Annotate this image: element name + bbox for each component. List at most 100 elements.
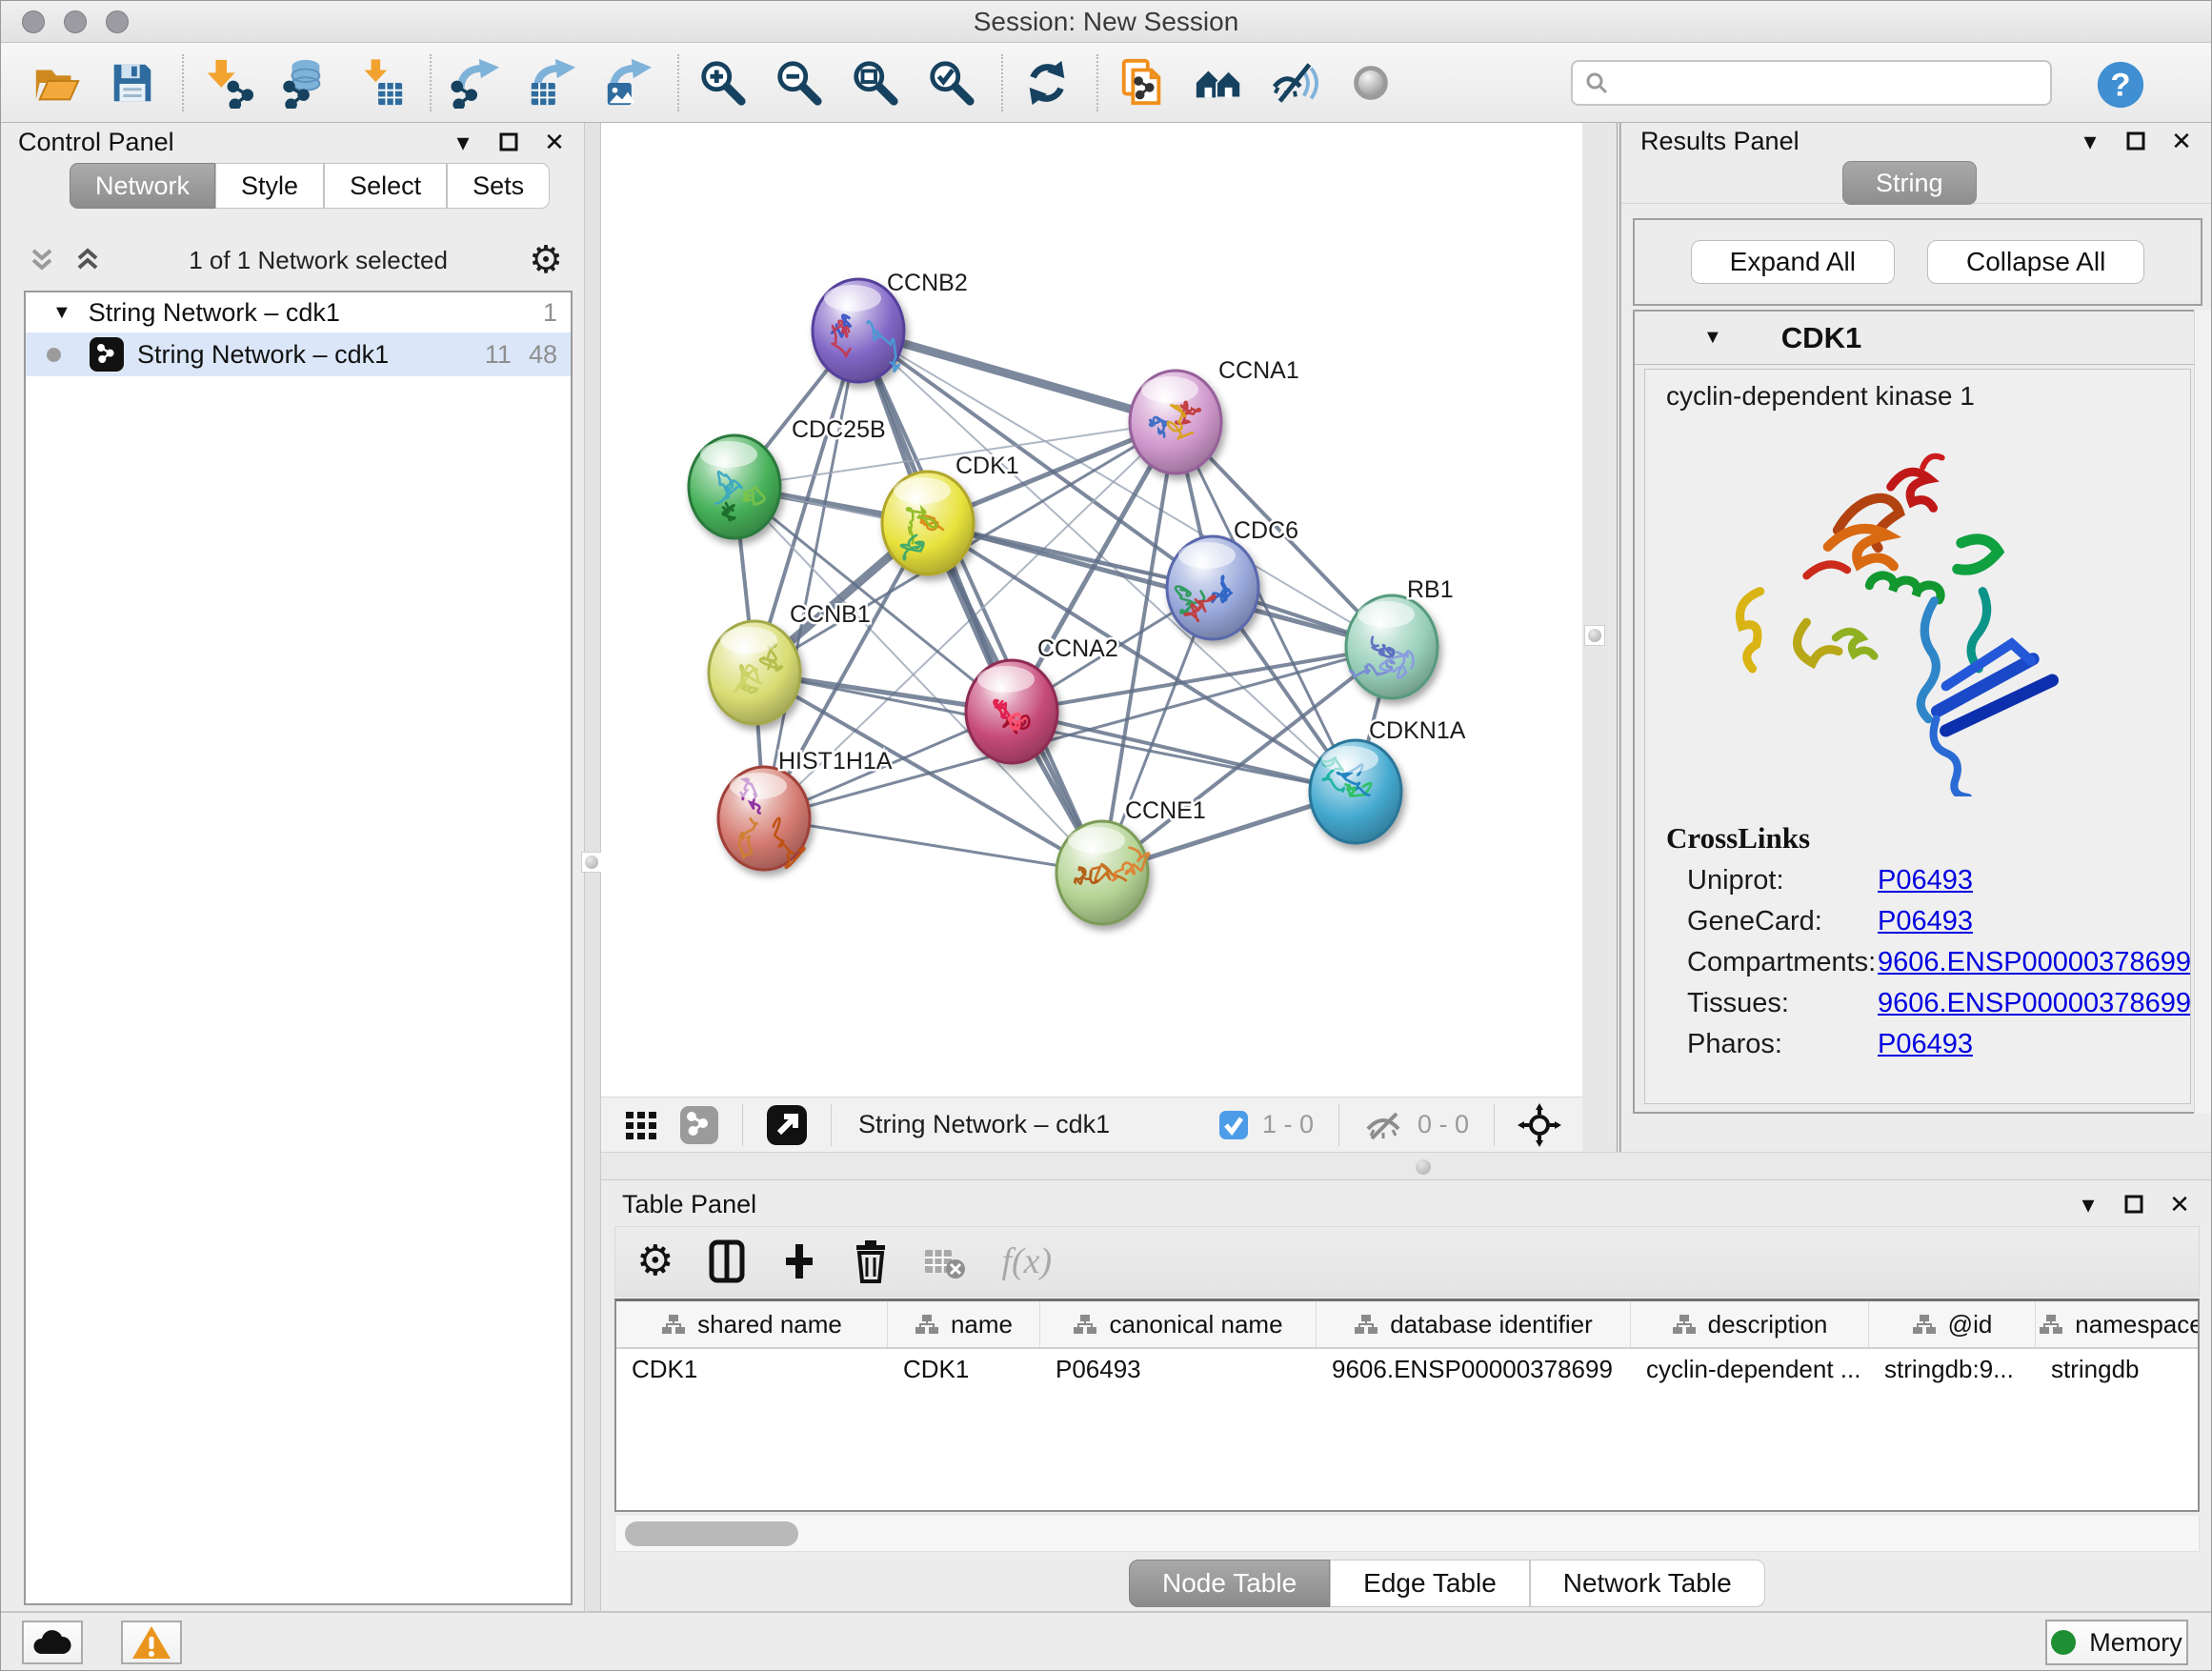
node-CDC6[interactable]: CDC6 — [1167, 517, 1298, 639]
gene-section-header[interactable]: ▼ CDK1 — [1635, 312, 2201, 365]
show-hide-button[interactable] — [1268, 52, 1321, 113]
node-HIST1H1A[interactable]: HIST1H1A — [718, 748, 893, 870]
export-network-button[interactable] — [449, 52, 502, 113]
right-splitter-handle[interactable] — [1584, 625, 1605, 646]
edge-CDK1-RB1[interactable] — [928, 523, 1392, 647]
node-CDKN1A[interactable]: CDKN1A — [1310, 717, 1466, 843]
crosslink-link[interactable]: P06493 — [1878, 865, 1973, 896]
add-column-icon[interactable] — [780, 1238, 818, 1284]
collapse-all-chevrons-icon[interactable] — [28, 246, 56, 274]
results-panel-float-icon[interactable] — [2123, 129, 2148, 153]
node-CDC25B[interactable]: CDC25B — [689, 416, 886, 538]
node-CCNA1[interactable]: CCNA1 — [1130, 357, 1299, 473]
network-canvas[interactable]: CCNB2CCNA1CDC25BCDK1CDC6RB1CCNB1CCNA2CDK… — [601, 123, 1582, 1097]
edge-CCNB2-CCNE1[interactable] — [858, 331, 1102, 873]
left-splitter[interactable] — [584, 123, 601, 1611]
results-panel-close-icon[interactable]: ✕ — [2169, 129, 2194, 153]
import-database-button[interactable] — [277, 52, 331, 113]
horizontal-splitter[interactable] — [601, 1152, 2212, 1180]
node-CDK1[interactable]: CDK1 — [882, 453, 1019, 574]
import-table-button[interactable] — [353, 52, 407, 113]
table-row[interactable]: CDK1CDK1P064939606.ENSP00000378699cyclin… — [616, 1349, 2198, 1393]
delete-column-icon[interactable] — [853, 1238, 889, 1284]
horizontal-splitter-handle[interactable] — [1416, 1159, 1431, 1175]
table-horizontal-scrollbar[interactable] — [614, 1516, 2200, 1552]
refresh-button[interactable] — [1020, 52, 1074, 113]
column-header-name[interactable]: name — [888, 1301, 1040, 1347]
zoom-selected-button[interactable] — [925, 52, 978, 113]
export-table-button[interactable] — [525, 52, 578, 113]
tab-network-table[interactable]: Network Table — [1530, 1560, 1765, 1607]
right-splitter[interactable] — [1582, 123, 1620, 1152]
table-cell: stringdb:9... — [1869, 1349, 2036, 1393]
control-panel-float-icon[interactable] — [496, 130, 521, 154]
edge-CCNB2-CCNA1[interactable] — [858, 331, 1176, 422]
column-header-description[interactable]: description — [1631, 1301, 1869, 1347]
gene-collapse-triangle-icon[interactable]: ▼ — [1703, 327, 1722, 349]
fit-content-crosshair-icon[interactable] — [1518, 1103, 1561, 1147]
node-CCNB1[interactable]: CCNB1 — [709, 601, 871, 724]
help-button[interactable]: ? — [2092, 52, 2145, 113]
table-settings-gear-icon[interactable]: ⚙ — [636, 1240, 674, 1282]
column-header-@id[interactable]: @id — [1869, 1301, 2036, 1347]
table-panel-close-icon[interactable]: ✕ — [2167, 1192, 2192, 1217]
warning-status-button[interactable] — [121, 1621, 182, 1664]
crosslink-link[interactable]: 9606.ENSP00000378699 — [1878, 988, 2191, 1019]
tab-network[interactable]: Network — [70, 163, 215, 209]
node-label-RB1: RB1 — [1407, 576, 1454, 603]
network-row-selected[interactable]: String Network – cdk1 11 48 — [26, 332, 571, 376]
birdseye-view-icon[interactable] — [766, 1104, 808, 1146]
network-thumbnail-icon[interactable] — [679, 1105, 719, 1145]
tab-edge-table[interactable]: Edge Table — [1330, 1560, 1530, 1607]
zoom-in-button[interactable] — [696, 52, 750, 113]
function-builder-icon[interactable]: f(x) — [1001, 1240, 1052, 1282]
tab-sets[interactable]: Sets — [447, 163, 550, 209]
crosslink-link[interactable]: P06493 — [1878, 1029, 1973, 1060]
expand-all-chevrons-icon[interactable] — [73, 246, 102, 274]
results-scrollbar[interactable] — [2194, 310, 2211, 1114]
cloud-status-button[interactable] — [22, 1621, 83, 1664]
left-splitter-handle[interactable] — [581, 852, 602, 873]
column-header-canonical-name[interactable]: canonical name — [1040, 1301, 1317, 1347]
results-panel-menu-caret-icon[interactable]: ▾ — [2078, 129, 2102, 153]
network-collection-row[interactable]: ▼ String Network – cdk1 1 — [26, 292, 571, 332]
collapse-all-button[interactable]: Collapse All — [1927, 240, 2144, 284]
tab-node-table[interactable]: Node Table — [1129, 1560, 1330, 1607]
search-input[interactable] — [1617, 67, 2039, 98]
edge-CCNA2-CDKN1A[interactable] — [1012, 712, 1356, 792]
selected-checkbox-icon[interactable] — [1218, 1110, 1249, 1140]
memory-button[interactable]: Memory — [2045, 1620, 2188, 1665]
import-network-button[interactable] — [201, 52, 254, 113]
table-panel-float-icon[interactable] — [2122, 1192, 2146, 1217]
crosslink-link[interactable]: P06493 — [1878, 906, 1973, 937]
table-panel-menu-caret-icon[interactable]: ▾ — [2076, 1192, 2101, 1217]
grid-view-icon[interactable] — [622, 1106, 660, 1144]
tree-expand-triangle-icon[interactable]: ▼ — [52, 302, 71, 324]
zoom-fit-button[interactable] — [849, 52, 902, 113]
zoom-out-button[interactable] — [773, 52, 826, 113]
column-header-shared-name[interactable]: shared name — [616, 1301, 888, 1347]
export-image-button[interactable] — [601, 52, 654, 113]
tab-select[interactable]: Select — [324, 163, 447, 209]
delete-table-icon[interactable] — [923, 1242, 967, 1280]
tab-style[interactable]: Style — [215, 163, 324, 209]
column-header-database-identifier[interactable]: database identifier — [1317, 1301, 1631, 1347]
control-panel-menu-caret-icon[interactable]: ▾ — [451, 130, 475, 154]
search-box[interactable] — [1571, 60, 2052, 106]
control-panel-close-icon[interactable]: ✕ — [542, 130, 567, 154]
show-columns-icon[interactable] — [708, 1238, 746, 1284]
node-RB1[interactable]: RB1 — [1346, 576, 1454, 698]
home-button[interactable] — [1192, 52, 1245, 113]
network-options-gear-icon[interactable]: ⚙ — [529, 241, 563, 279]
expand-all-button[interactable]: Expand All — [1691, 240, 1895, 284]
save-session-button[interactable] — [106, 52, 159, 113]
level-of-detail-button[interactable] — [1344, 52, 1398, 113]
crosslink-link[interactable]: 9606.ENSP00000378699 — [1878, 947, 2191, 978]
node-CCNB2[interactable]: CCNB2 — [813, 270, 968, 382]
open-session-button[interactable] — [30, 52, 83, 113]
table-scrollbar-thumb[interactable] — [625, 1521, 798, 1546]
hidden-eye-slash-icon[interactable] — [1362, 1108, 1404, 1142]
clone-network-button[interactable] — [1116, 52, 1169, 113]
results-tab-string[interactable]: String — [1842, 161, 1977, 205]
column-header-namespace[interactable]: namespace — [2036, 1301, 2200, 1347]
